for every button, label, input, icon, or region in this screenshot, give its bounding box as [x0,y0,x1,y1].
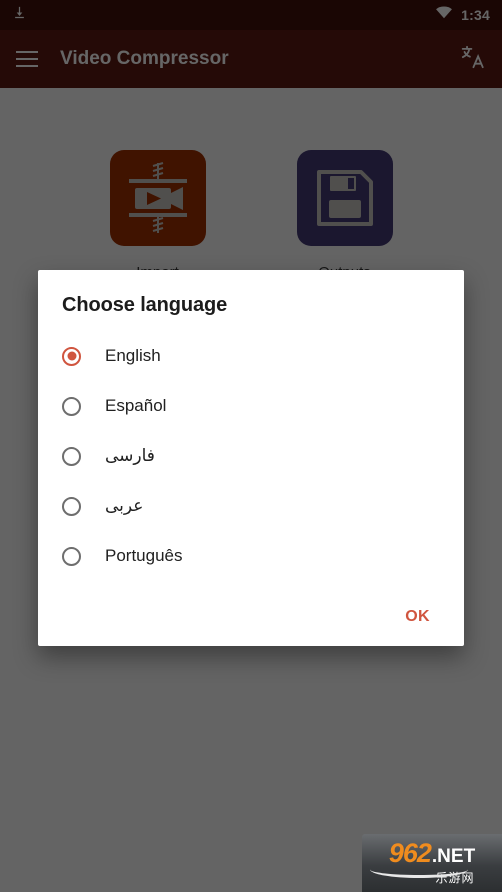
language-option-label: Português [105,546,183,565]
language-option-english[interactable]: English [38,331,464,381]
language-option-espanol[interactable]: Español [38,381,464,431]
watermark-swoosh [370,861,468,878]
radio-icon-portugues[interactable] [62,546,81,566]
language-option-farsi[interactable]: فارسی [38,431,464,481]
language-options-list: English Español فارسی عربی Português [38,323,464,581]
ok-button[interactable]: OK [393,600,442,634]
radio-icon-arabic[interactable] [62,496,81,516]
language-option-portugues[interactable]: Português [38,531,464,581]
radio-icon-farsi[interactable] [62,446,81,466]
language-option-label: Español [105,396,167,415]
language-option-arabic[interactable]: عربی [38,481,464,531]
dialog-actions: OK [38,588,464,646]
language-option-label: عربی [105,496,144,515]
radio-icon-espanol[interactable] [62,396,81,416]
radio-icon-english[interactable] [62,346,81,366]
watermark: 962 .NET 乐游网 [362,834,502,892]
language-option-label: English [105,346,161,365]
dialog-title: Choose language [62,294,228,316]
language-option-label: فارسی [105,446,155,465]
choose-language-dialog: Choose language English Español فارسی عر… [38,270,464,646]
